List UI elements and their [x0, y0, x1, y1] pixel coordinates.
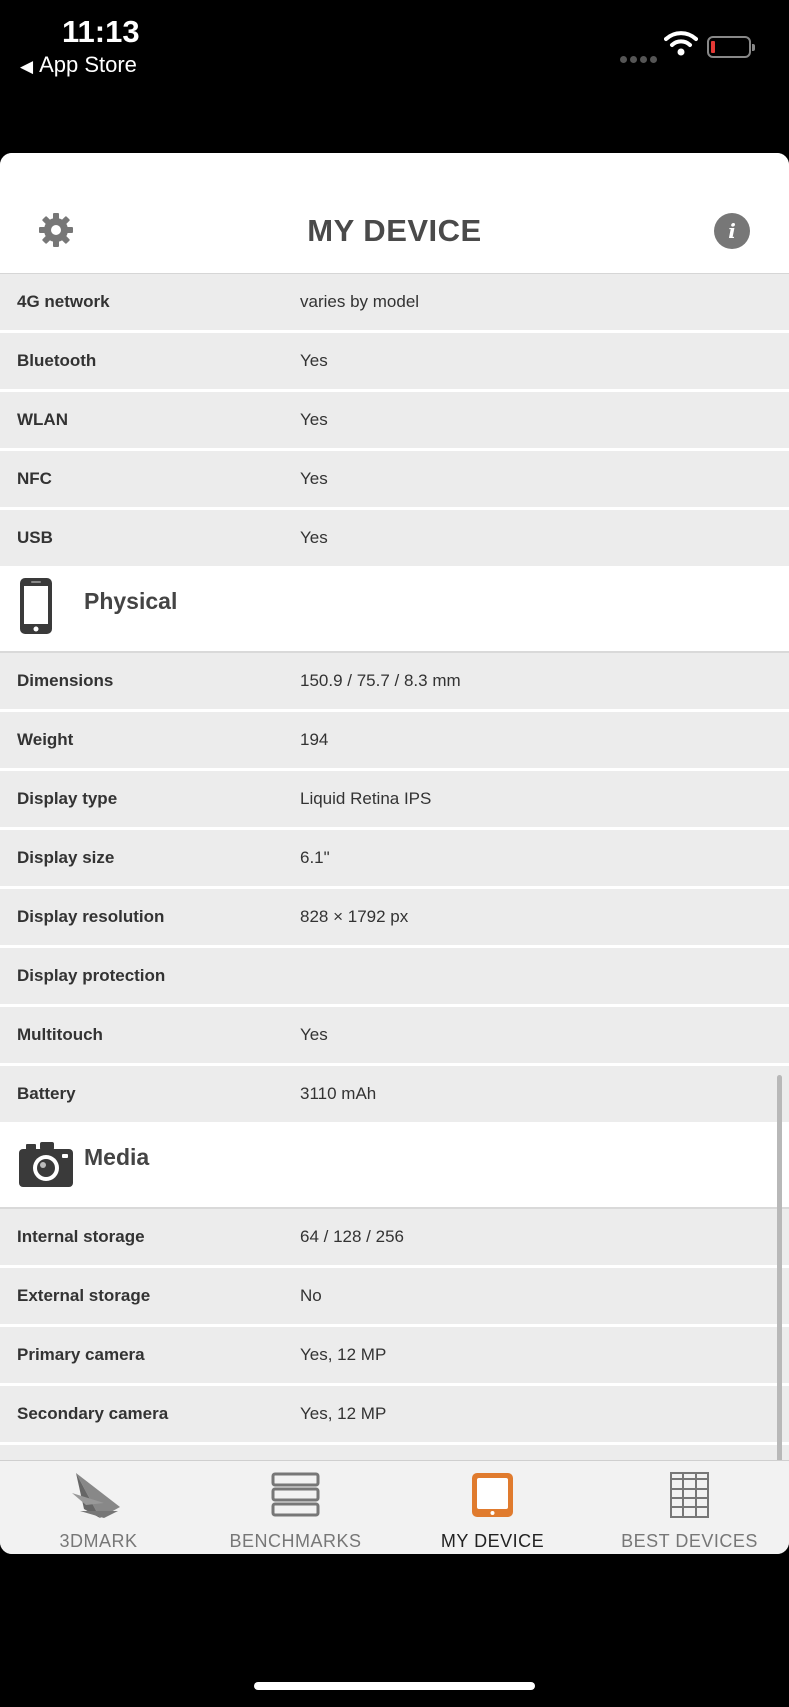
- grid-table-icon: [670, 1472, 709, 1518]
- spec-row: External storage No: [0, 1268, 789, 1327]
- bottom-tab-bar: 3DMARK BENCHMARKS MY DEVICE BEST DEVICES: [0, 1460, 789, 1554]
- section-media: Media: [0, 1122, 789, 1209]
- spec-label: NFC: [17, 469, 52, 488]
- spec-row: WLAN Yes: [0, 392, 789, 451]
- cellular-signal-icon: [620, 50, 660, 68]
- spec-row: USB Yes: [0, 510, 789, 566]
- spec-label: Dimensions: [17, 671, 114, 690]
- spec-value: 3110 mAh: [300, 1084, 377, 1103]
- spec-row: Secondary camera Yes, 12 MP: [0, 1386, 789, 1445]
- spec-row: Multitouch Yes: [0, 1007, 789, 1066]
- spec-value: 6.1": [300, 848, 330, 867]
- spec-label: USB: [17, 528, 53, 547]
- spec-value: 150.9 / 75.7 / 8.3 mm: [300, 671, 461, 690]
- spec-label: WLAN: [17, 410, 68, 429]
- spec-value: Yes: [300, 351, 328, 370]
- spec-label: Display type: [17, 789, 118, 808]
- tab-label: BENCHMARKS: [229, 1531, 362, 1551]
- scrollbar[interactable]: [777, 1075, 782, 1495]
- spec-row: [0, 1445, 789, 1460]
- spec-row: Battery 3110 mAh: [0, 1066, 789, 1122]
- spec-label: External storage: [17, 1286, 151, 1305]
- page-title: MY DEVICE: [307, 213, 482, 248]
- section-title: Physical: [84, 588, 178, 614]
- spec-row: Display resolution 828 × 1792 px: [0, 889, 789, 948]
- spec-label: Display protection: [17, 966, 166, 985]
- back-arrow-icon: ◀: [20, 57, 34, 76]
- back-to-app-store[interactable]: ◀ App Store: [20, 52, 137, 78]
- spec-value: varies by model: [300, 292, 420, 311]
- spec-value: 194: [300, 730, 329, 749]
- tab-label: MY DEVICE: [440, 1531, 545, 1551]
- 3dmark-logo-icon: [72, 1473, 120, 1518]
- battery-icon: [707, 36, 755, 58]
- benchmarks-stack-icon: [271, 1472, 320, 1517]
- spec-value: Yes, 12 MP: [300, 1404, 387, 1423]
- tab-my-device[interactable]: MY DEVICE: [394, 1461, 591, 1554]
- wifi-icon: [664, 31, 698, 56]
- spec-row: Display type Liquid Retina IPS: [0, 771, 789, 830]
- spec-row: Weight 194: [0, 712, 789, 771]
- device-spec-list[interactable]: 4G network varies by model Bluetooth Yes W…: [0, 274, 789, 1460]
- tab-label: BEST DEVICES: [621, 1531, 758, 1551]
- page-header: MY DEVICE i: [0, 153, 789, 274]
- spec-value: Yes: [300, 469, 328, 488]
- spec-row: Internal storage 64 / 128 / 256: [0, 1209, 789, 1268]
- spec-label: Display size: [17, 848, 115, 867]
- phone-icon: [20, 578, 52, 634]
- tab-3dmark[interactable]: 3DMARK: [0, 1461, 197, 1554]
- spec-value: Yes: [300, 410, 328, 429]
- info-icon[interactable]: i: [714, 213, 750, 249]
- spec-row: Display size 6.1": [0, 830, 789, 889]
- spec-label: Primary camera: [17, 1345, 145, 1364]
- spec-row: Display protection: [0, 948, 789, 1007]
- spec-row: Dimensions 150.9 / 75.7 / 8.3 mm: [0, 653, 789, 712]
- app-card: MY DEVICE i 4G network varies by model Bl…: [0, 153, 789, 1554]
- spec-row: NFC Yes: [0, 451, 789, 510]
- back-label: App Store: [39, 52, 137, 77]
- spec-row: 4G network varies by model: [0, 274, 789, 333]
- spec-label: Internal storage: [17, 1227, 145, 1246]
- spec-label: Weight: [17, 730, 74, 749]
- tab-label: 3DMARK: [59, 1531, 138, 1551]
- home-indicator[interactable]: [254, 1682, 535, 1690]
- spec-value: Yes, 12 MP: [300, 1345, 387, 1364]
- spec-label: Display resolution: [17, 907, 165, 926]
- status-time: 11:13: [62, 14, 140, 49]
- spec-label: Multitouch: [17, 1025, 103, 1044]
- section-physical: Physical: [0, 566, 789, 653]
- spec-value: Yes: [300, 1025, 328, 1044]
- tab-best-devices[interactable]: BEST DEVICES: [591, 1461, 788, 1554]
- spec-label: 4G network: [17, 292, 110, 311]
- spec-value: 828 × 1792 px: [300, 907, 409, 926]
- status-bar: 11:13 ◀ App Store: [0, 0, 789, 150]
- spec-row: Bluetooth Yes: [0, 333, 789, 392]
- spec-label: Bluetooth: [17, 351, 97, 370]
- spec-row: Primary camera Yes, 12 MP: [0, 1327, 789, 1386]
- spec-label: Secondary camera: [17, 1404, 169, 1423]
- camera-icon: [19, 1142, 73, 1187]
- spec-value: Liquid Retina IPS: [300, 789, 432, 808]
- tablet-icon: [472, 1473, 513, 1517]
- spec-value: 64 / 128 / 256: [300, 1227, 404, 1246]
- spec-value: No: [300, 1286, 322, 1305]
- spec-label: Battery: [17, 1084, 76, 1103]
- spec-value: Yes: [300, 528, 328, 547]
- tab-benchmarks[interactable]: BENCHMARKS: [197, 1461, 394, 1554]
- section-title: Media: [84, 1144, 150, 1170]
